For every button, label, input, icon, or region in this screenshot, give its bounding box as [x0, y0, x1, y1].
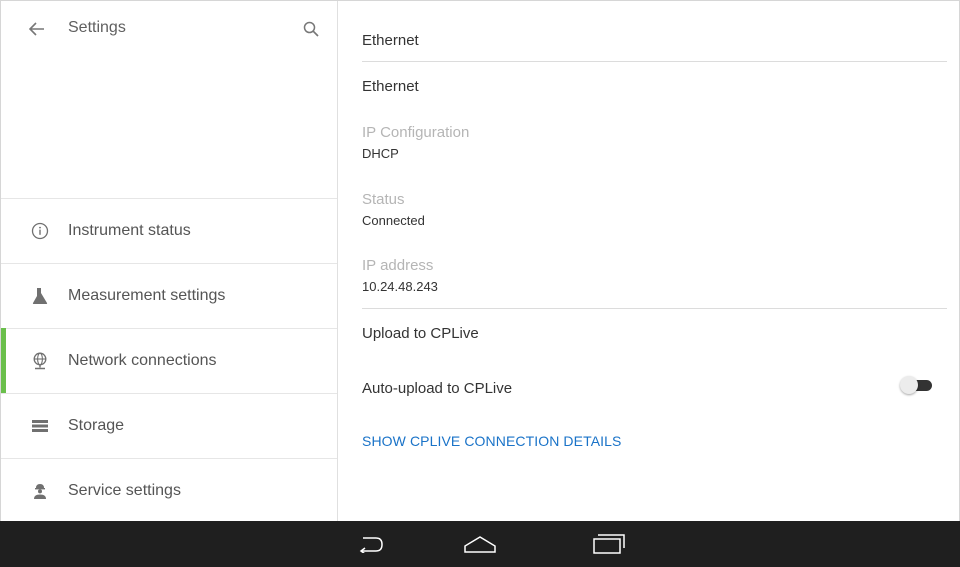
home-icon [464, 536, 496, 553]
system-home-button[interactable] [460, 529, 500, 559]
recents-icon [593, 534, 625, 554]
service-person-icon [30, 481, 50, 501]
arrow-left-icon [29, 22, 44, 36]
sidebar-item-label: Instrument status [68, 222, 191, 239]
settings-nav: Instrument status Measurement settings N… [1, 198, 337, 523]
toggle-thumb [900, 376, 918, 394]
ethernet-subheader: Ethernet [362, 78, 419, 95]
sidebar-item-network-connections[interactable]: Network connections [1, 328, 337, 393]
status-label: Status [362, 191, 405, 208]
sidebar-item-label: Network connections [68, 352, 217, 369]
ip-config-label: IP Configuration [362, 124, 470, 141]
auto-upload-label: Auto-upload to CPLive [362, 380, 513, 397]
flask-icon [30, 286, 50, 306]
sidebar-item-label: Measurement settings [68, 287, 226, 304]
detail-pane: Ethernet Ethernet IP Configuration DHCP … [339, 1, 960, 522]
sidebar-item-storage[interactable]: Storage [1, 393, 337, 458]
sidebar-item-service-settings[interactable]: Service settings [1, 458, 337, 523]
system-back-button[interactable] [350, 529, 390, 559]
system-navigation-bar [0, 521, 960, 567]
upload-section-title: Upload to CPLive [362, 325, 479, 342]
sidebar-item-label: Storage [68, 417, 125, 434]
globe-icon [30, 351, 50, 371]
sidebar-item-measurement-settings[interactable]: Measurement settings [1, 263, 337, 328]
divider [362, 61, 947, 62]
search-icon [303, 21, 319, 37]
app-window: Settings Instrument status Measurement s… [0, 0, 960, 523]
back-button[interactable] [23, 15, 51, 43]
sidebar-item-label: Service settings [68, 482, 181, 499]
show-connection-details-link[interactable]: SHOW CPLIVE CONNECTION DETAILS [362, 433, 621, 449]
auto-upload-toggle[interactable] [900, 376, 934, 394]
ip-config-value: DHCP [362, 146, 399, 161]
search-button[interactable] [297, 15, 325, 43]
info-icon [30, 221, 50, 241]
divider [362, 308, 947, 309]
ip-address-value: 10.24.48.243 [362, 279, 438, 294]
storage-icon [30, 416, 50, 436]
sidebar-item-instrument-status[interactable]: Instrument status [1, 198, 337, 263]
section-header: Ethernet [362, 32, 419, 49]
system-recents-button[interactable] [589, 529, 629, 559]
status-value: Connected [362, 213, 425, 228]
ip-address-label: IP address [362, 257, 434, 274]
settings-sidebar: Settings Instrument status Measurement s… [1, 1, 338, 523]
page-title: Settings [68, 19, 126, 36]
back-arrow-icon [359, 537, 383, 553]
sidebar-toolbar: Settings [1, 1, 338, 61]
